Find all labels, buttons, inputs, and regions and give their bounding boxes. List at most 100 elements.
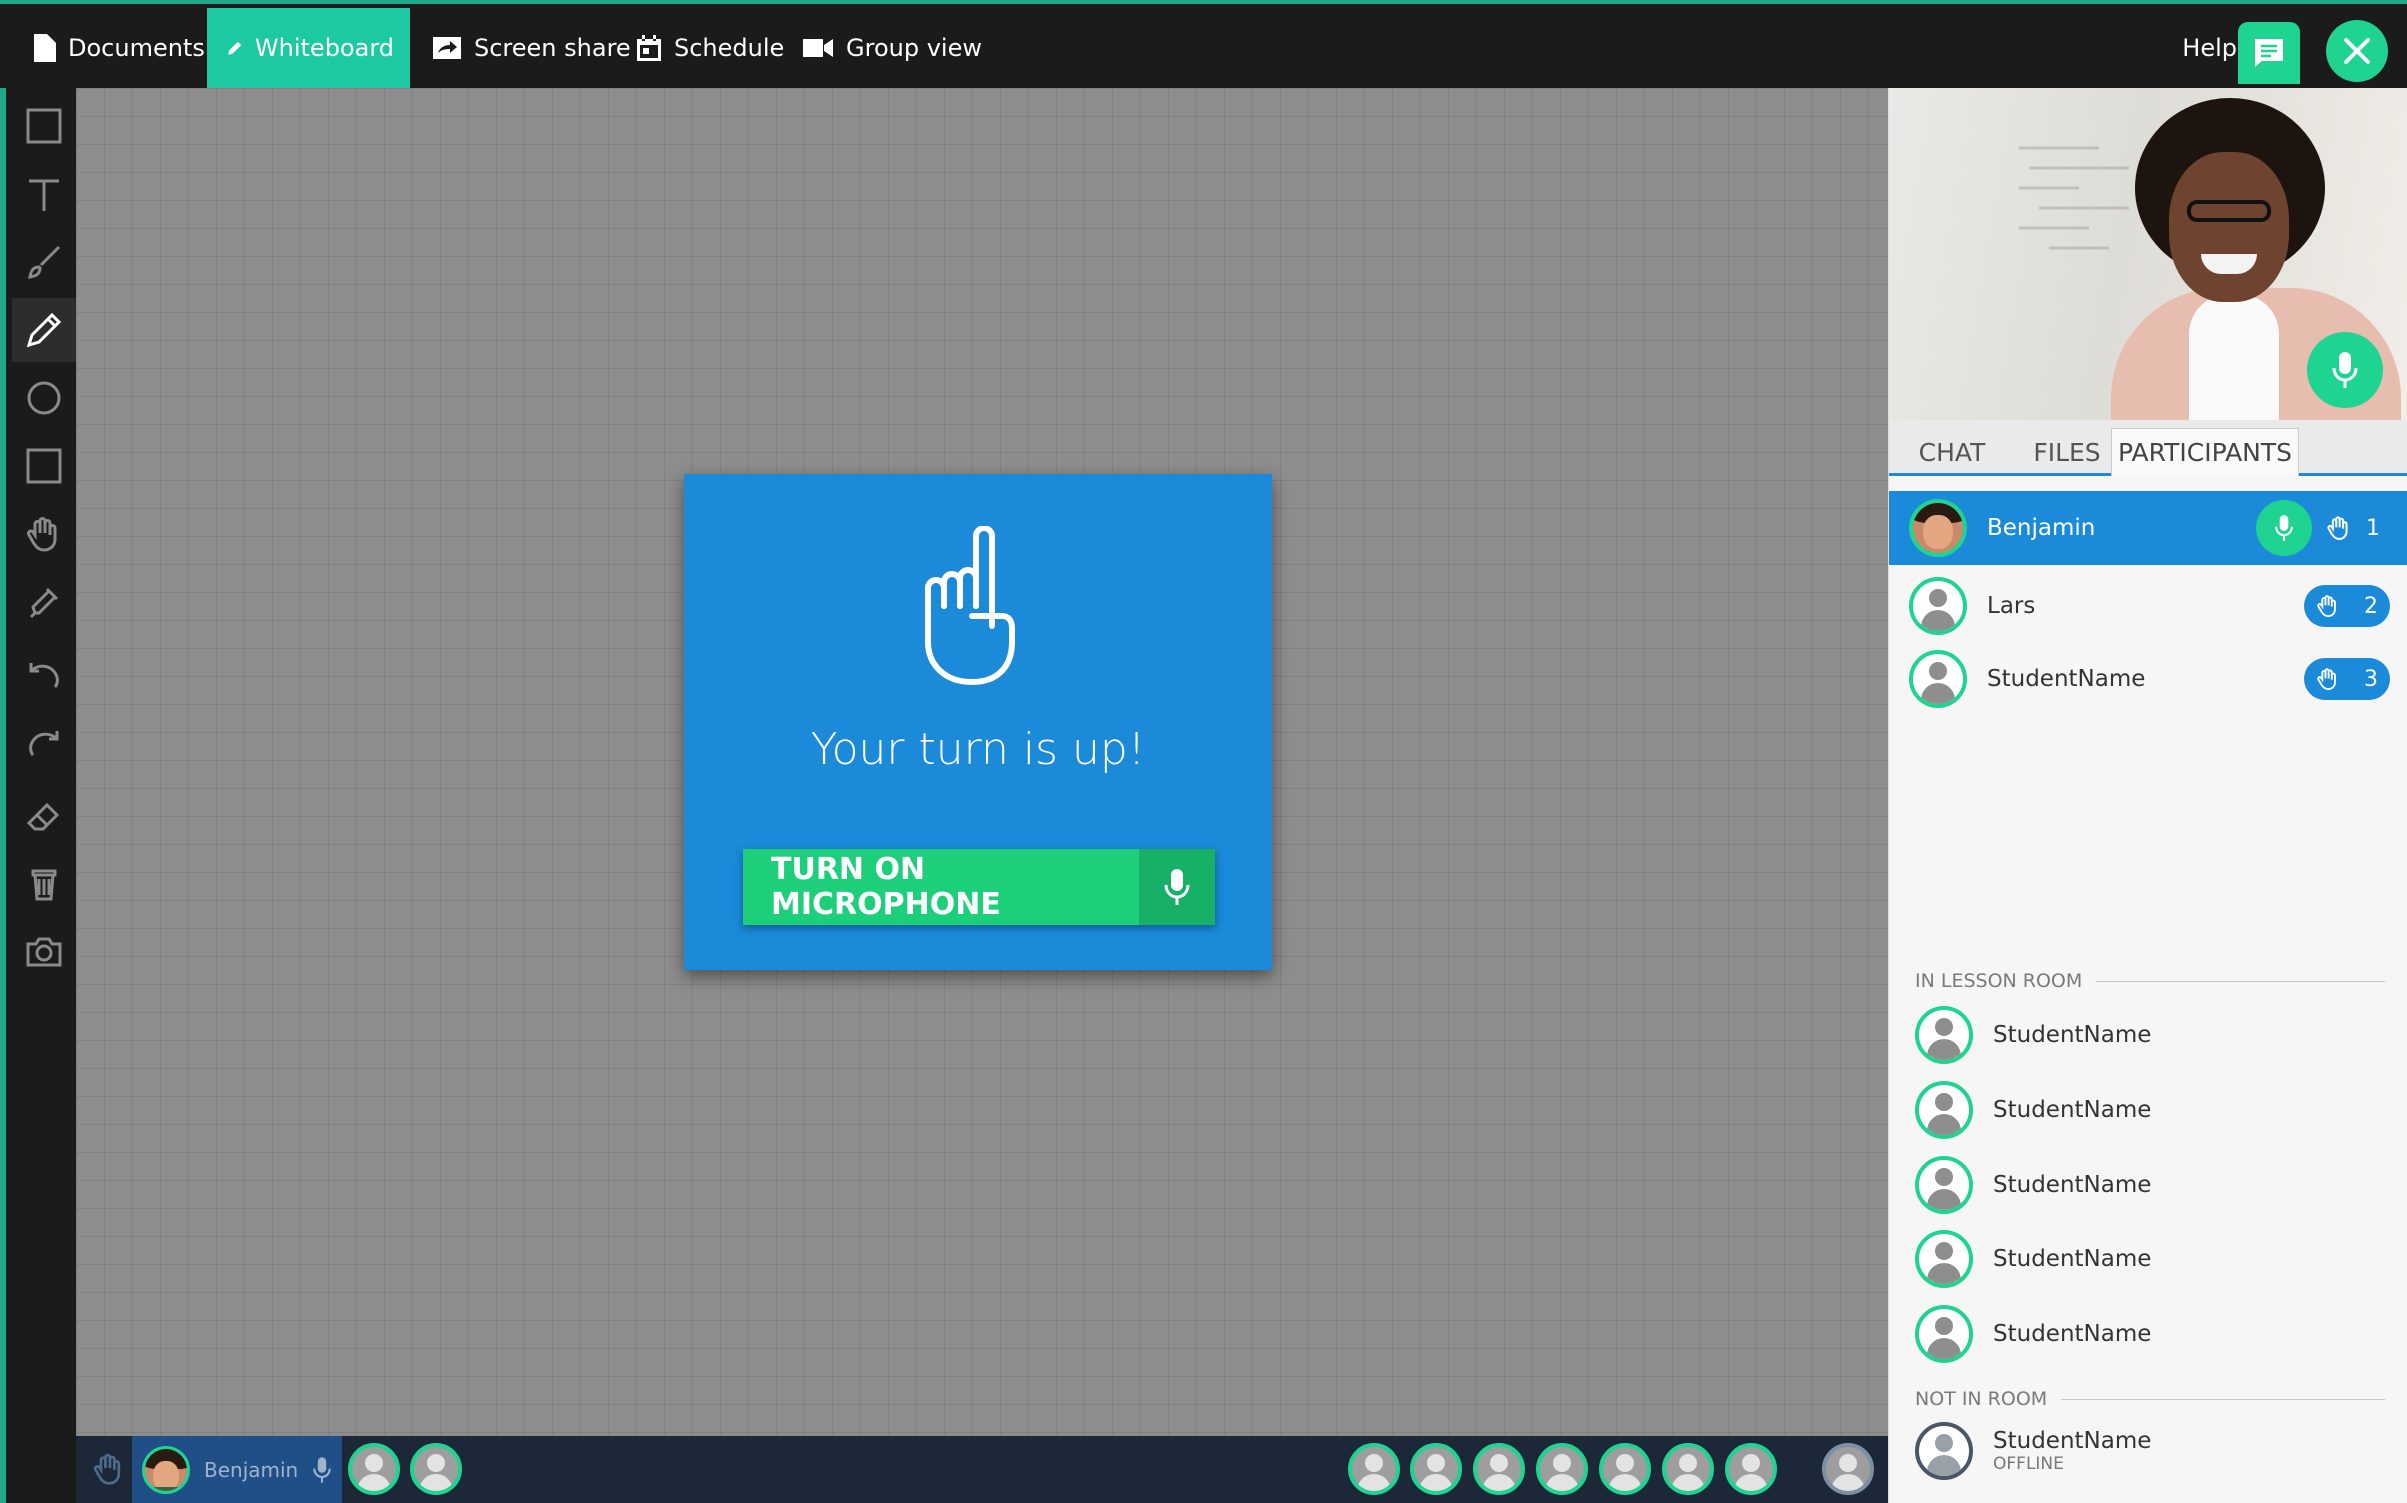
tool-circle[interactable] xyxy=(12,366,76,430)
list-item[interactable]: StudentName xyxy=(1915,1224,2385,1294)
screen-share-icon xyxy=(433,37,461,59)
avatar xyxy=(1915,1422,1973,1480)
avatar[interactable] xyxy=(348,1443,400,1495)
avatar[interactable] xyxy=(1599,1443,1651,1495)
avatar[interactable] xyxy=(1536,1443,1588,1495)
close-lesson-button[interactable] xyxy=(2326,20,2388,82)
turn-on-microphone-button[interactable]: TURN ON MICROPHONE xyxy=(743,849,1215,925)
tool-text[interactable] xyxy=(12,162,76,226)
pencil-icon xyxy=(228,41,242,55)
tool-marker[interactable] xyxy=(12,570,76,634)
text-icon xyxy=(29,179,59,211)
list-item[interactable]: StudentName xyxy=(1915,1299,2385,1369)
tool-select[interactable] xyxy=(12,94,76,158)
turn-on-microphone-label: TURN ON MICROPHONE xyxy=(771,852,1001,922)
self-participant-tile[interactable]: Benjamin xyxy=(132,1436,342,1503)
nav-documents[interactable]: Documents xyxy=(16,8,221,88)
raised-finger-icon xyxy=(916,525,1036,690)
drawing-toolbar xyxy=(0,88,76,1503)
queue-position: 3 xyxy=(2364,666,2378,692)
avatar[interactable] xyxy=(1822,1443,1874,1495)
tool-pan[interactable] xyxy=(12,502,76,566)
in-lesson-room-header: IN LESSON ROOM xyxy=(1915,970,2385,992)
participant-name: StudentName xyxy=(1993,1097,2152,1123)
chat-icon xyxy=(2255,39,2283,67)
nav-group-view[interactable]: Group view xyxy=(786,8,998,88)
redo-icon xyxy=(29,731,59,757)
eraser-icon xyxy=(26,802,60,831)
queue-row[interactable]: Lars 2 xyxy=(1889,569,2407,643)
raise-hand-button[interactable] xyxy=(84,1444,134,1494)
section-title: IN LESSON ROOM xyxy=(1915,970,2083,992)
avatar xyxy=(1915,1006,1973,1064)
brush-icon xyxy=(28,245,61,279)
tool-rectangle[interactable] xyxy=(12,434,76,498)
undo-icon xyxy=(29,663,59,689)
chat-toggle-button[interactable] xyxy=(2238,22,2300,84)
queue-position: 1 xyxy=(2366,515,2380,541)
avatar xyxy=(1909,650,1967,708)
video-camera-icon xyxy=(803,39,833,57)
circle-icon xyxy=(27,381,61,415)
queue-row[interactable]: StudentName 3 xyxy=(1889,642,2407,716)
nav-whiteboard[interactable]: Whiteboard xyxy=(207,8,410,88)
list-item[interactable]: StudentName xyxy=(1915,1000,2385,1070)
avatar[interactable] xyxy=(410,1443,462,1495)
queue-row[interactable]: Benjamin 1 xyxy=(1889,491,2407,565)
self-name: Benjamin xyxy=(204,1457,299,1482)
tab-participants[interactable]: PARTICIPANTS xyxy=(2111,428,2299,476)
tool-redo[interactable] xyxy=(12,712,76,776)
document-icon xyxy=(34,34,56,62)
panel-tabs: CHAT FILES PARTICIPANTS xyxy=(1889,420,2407,476)
participants-strip: Benjamin xyxy=(76,1436,1888,1503)
list-item[interactable]: StudentName xyxy=(1915,1075,2385,1145)
avatar[interactable] xyxy=(1662,1443,1714,1495)
nav-schedule-label: Schedule xyxy=(674,34,785,62)
microphone-icon xyxy=(1139,849,1215,925)
queue-position: 2 xyxy=(2364,593,2378,619)
tool-clear[interactable] xyxy=(12,852,76,916)
tab-files[interactable]: FILES xyxy=(2015,428,2119,476)
not-in-room-header: NOT IN ROOM xyxy=(1915,1388,2385,1410)
select-rectangle-icon xyxy=(26,108,62,144)
tab-chat[interactable]: CHAT xyxy=(1897,428,2007,476)
nav-screen-share-label: Screen share xyxy=(474,34,631,62)
avatar xyxy=(1915,1156,1973,1214)
participant-mic-button[interactable] xyxy=(2256,500,2312,556)
avatar xyxy=(1915,1081,1973,1139)
microphone-icon xyxy=(313,1456,331,1483)
list-item[interactable]: StudentName xyxy=(1915,1150,2385,1220)
avatar[interactable] xyxy=(1410,1443,1462,1495)
teacher-mic-button[interactable] xyxy=(2307,332,2383,408)
calendar-icon xyxy=(637,35,661,61)
turn-notification-dialog: Your turn is up! TURN ON MICROPHONE xyxy=(684,474,1272,970)
nav-schedule[interactable]: Schedule xyxy=(620,8,800,88)
hand-icon xyxy=(2327,516,2348,540)
hand-icon xyxy=(93,1453,121,1485)
avatar[interactable] xyxy=(1725,1443,1777,1495)
tool-undo[interactable] xyxy=(12,644,76,708)
hand-icon xyxy=(27,517,57,552)
queue-status: 1 xyxy=(2256,500,2390,556)
nav-screen-share[interactable]: Screen share xyxy=(416,8,647,88)
nav-documents-label: Documents xyxy=(68,34,205,62)
teacher-video xyxy=(1889,88,2407,420)
section-title: NOT IN ROOM xyxy=(1915,1388,2048,1410)
avatar xyxy=(1909,577,1967,635)
rectangle-icon xyxy=(26,448,62,484)
help-link[interactable]: Help xyxy=(2182,8,2237,88)
hand-icon xyxy=(2317,668,2336,691)
avatar[interactable] xyxy=(1348,1443,1400,1495)
tool-pencil[interactable] xyxy=(12,298,76,362)
trash-icon xyxy=(31,869,57,901)
microphone-icon xyxy=(2332,352,2358,388)
tool-eraser[interactable] xyxy=(12,784,76,848)
pencil-icon xyxy=(26,312,62,348)
queue-badge: 2 xyxy=(2304,585,2390,627)
nav-whiteboard-label: Whiteboard xyxy=(254,34,394,62)
tool-snapshot[interactable] xyxy=(12,920,76,984)
side-panel: CHAT FILES PARTICIPANTS Benjamin 1 Lars … xyxy=(1888,88,2407,1503)
avatar[interactable] xyxy=(1473,1443,1525,1495)
list-item[interactable]: StudentName OFFLINE xyxy=(1915,1416,2385,1486)
tool-brush[interactable] xyxy=(12,230,76,294)
